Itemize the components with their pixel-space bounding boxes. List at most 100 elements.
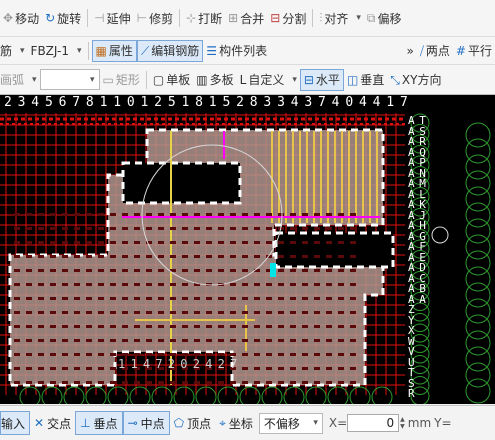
xy-direction-button[interactable]: ⤡ XY方向 xyxy=(387,69,444,91)
rebar-mark xyxy=(206,269,212,272)
vertical-button[interactable]: ◫ 垂直 xyxy=(344,69,387,91)
split-label: 分割 xyxy=(282,11,307,26)
rebar-mark xyxy=(14,241,20,244)
rebar-mark xyxy=(74,311,80,314)
single-slab-button[interactable]: ▢ 单板 xyxy=(150,69,193,91)
rebar-mark xyxy=(122,311,128,314)
rebar-mark xyxy=(278,255,284,258)
rebar-mark xyxy=(110,367,116,370)
rebar-mark xyxy=(242,325,248,328)
rebar-mark xyxy=(194,381,200,384)
rebar-mark xyxy=(326,283,332,286)
rebar-mark xyxy=(86,367,92,370)
rectangle-icon: ▭ xyxy=(102,72,114,87)
multi-slab-button[interactable]: ▥ 多板 xyxy=(193,69,236,91)
rebar-mark xyxy=(98,381,104,384)
rebar-mark xyxy=(266,297,272,300)
rebar-mark xyxy=(218,339,224,342)
category-select[interactable]: 筋 ▾ xyxy=(0,40,28,62)
rebar-mark xyxy=(230,213,236,216)
rebar-mark xyxy=(182,227,188,230)
component-select[interactable]: FBZJ-1 ▾ xyxy=(28,40,85,62)
rebar-mark xyxy=(146,325,152,328)
split-button[interactable]: ⊟ 分割 xyxy=(267,7,309,29)
coordinate-button[interactable]: ⌖ 坐标 xyxy=(215,412,257,434)
vertex-button[interactable]: ⬠ 顶点 xyxy=(170,412,215,434)
rebar-mark xyxy=(14,325,20,328)
drawing-canvas[interactable]: 2 3 4 5 6 7 8 1 1 0 1 2 5 1 8 1 5 2 8 3 … xyxy=(0,95,495,404)
rebar-mark xyxy=(218,269,224,272)
move-button[interactable]: ✥ 移动 xyxy=(0,7,42,29)
rebar-mark xyxy=(134,255,140,258)
perpendicular-button[interactable]: ⊥ 垂点 xyxy=(75,411,123,435)
arc-value-select[interactable]: ▾ xyxy=(39,69,100,90)
rebar-mark xyxy=(158,353,164,356)
rebar-mark xyxy=(266,311,272,314)
rebar-mark xyxy=(38,241,44,244)
overflow-button[interactable]: » xyxy=(403,40,416,62)
rebar-mark xyxy=(182,325,188,328)
rebar-mark xyxy=(350,213,356,216)
intersection-button[interactable]: ✕ 交点 xyxy=(30,412,75,434)
toolbar-edit: ✥ 移动 ↻ 旋转 ⊣ 延伸 ⊢ 修剪 ⊹ 打断 ⊞ 合并 ⊟ 分割 ⫶ 对齐 … xyxy=(0,0,495,37)
rebar-mark xyxy=(74,255,80,258)
extend-button[interactable]: ⊣ 延伸 xyxy=(91,7,133,29)
rebar-mark xyxy=(14,283,20,286)
slab-hole xyxy=(274,231,395,269)
component-label: FBZJ-1 xyxy=(30,43,69,58)
align-button[interactable]: ⫶ 对齐 ▾ xyxy=(316,7,364,29)
rebar-mark xyxy=(350,297,356,300)
rebar-mark xyxy=(122,269,128,272)
trim-button[interactable]: ⊢ 修剪 xyxy=(134,7,176,29)
horizontal-button[interactable]: ⊟ 水平 xyxy=(299,68,344,91)
midpoint-button[interactable]: ⊸ 中点 xyxy=(122,411,170,435)
rebar-mark xyxy=(278,297,284,300)
rebar-mark xyxy=(242,381,248,384)
rebar-mark xyxy=(182,213,188,216)
two-point-button[interactable]: ⧸ 两点 xyxy=(417,40,453,62)
rebar-mark xyxy=(86,241,92,244)
rectangle-button[interactable]: ▭ 矩形 xyxy=(100,69,143,91)
rebar-mark xyxy=(50,339,56,342)
break-button[interactable]: ⊹ 打断 xyxy=(183,7,225,29)
rebar-mark xyxy=(266,367,272,370)
rebar-mark xyxy=(14,367,20,370)
rebar-mark xyxy=(206,339,212,342)
rebar-mark xyxy=(158,283,164,286)
x-coordinate-input[interactable]: 0 xyxy=(347,414,400,432)
x-spinner[interactable]: ▲ ▼ xyxy=(400,416,405,430)
arc-mode-select[interactable]: 画弧 ▾ xyxy=(0,69,40,91)
rebar-mark xyxy=(254,353,260,356)
offset-button[interactable]: ⧉ 偏移 xyxy=(364,7,405,29)
custom-button[interactable]: ᒪ 自定义 ▾ xyxy=(237,69,300,91)
rebar-mark xyxy=(302,283,308,286)
vertex-label: 顶点 xyxy=(187,416,212,431)
parallel-button[interactable]: # 平行 xyxy=(453,40,495,62)
rebar-mark xyxy=(254,283,260,286)
rebar-mark xyxy=(242,269,248,272)
rebar-mark xyxy=(206,311,212,314)
rebar-mark xyxy=(206,297,212,300)
component-list-button[interactable]: ☰ 构件列表 xyxy=(203,40,270,62)
rotate-button[interactable]: ↻ 旋转 xyxy=(42,7,84,29)
edit-rebar-button[interactable]: ⟋ 编辑钢筋 xyxy=(136,39,204,62)
rebar-mark xyxy=(254,255,260,258)
offset-mode-select[interactable]: 不偏移 ▾ xyxy=(258,412,323,434)
rebar-mark xyxy=(338,241,344,244)
rebar-mark xyxy=(26,241,32,244)
two-point-icon: ⧸ xyxy=(419,43,424,58)
rebar-mark xyxy=(194,297,200,300)
rebar-mark xyxy=(230,255,236,258)
rebar-mark xyxy=(314,283,320,286)
input-button[interactable]: 输入 xyxy=(0,411,31,435)
rebar-mark xyxy=(254,339,260,342)
rebar-mark xyxy=(242,339,248,342)
axis-label: R xyxy=(408,387,415,400)
rebar-mark xyxy=(326,297,332,300)
rebar-mark xyxy=(230,311,236,314)
merge-button[interactable]: ⊞ 合并 xyxy=(225,7,267,29)
rebar-mark xyxy=(50,367,56,370)
properties-button[interactable]: ▦ 属性 xyxy=(91,39,137,62)
rebar-mark xyxy=(62,381,68,384)
rebar-mark xyxy=(350,241,356,244)
